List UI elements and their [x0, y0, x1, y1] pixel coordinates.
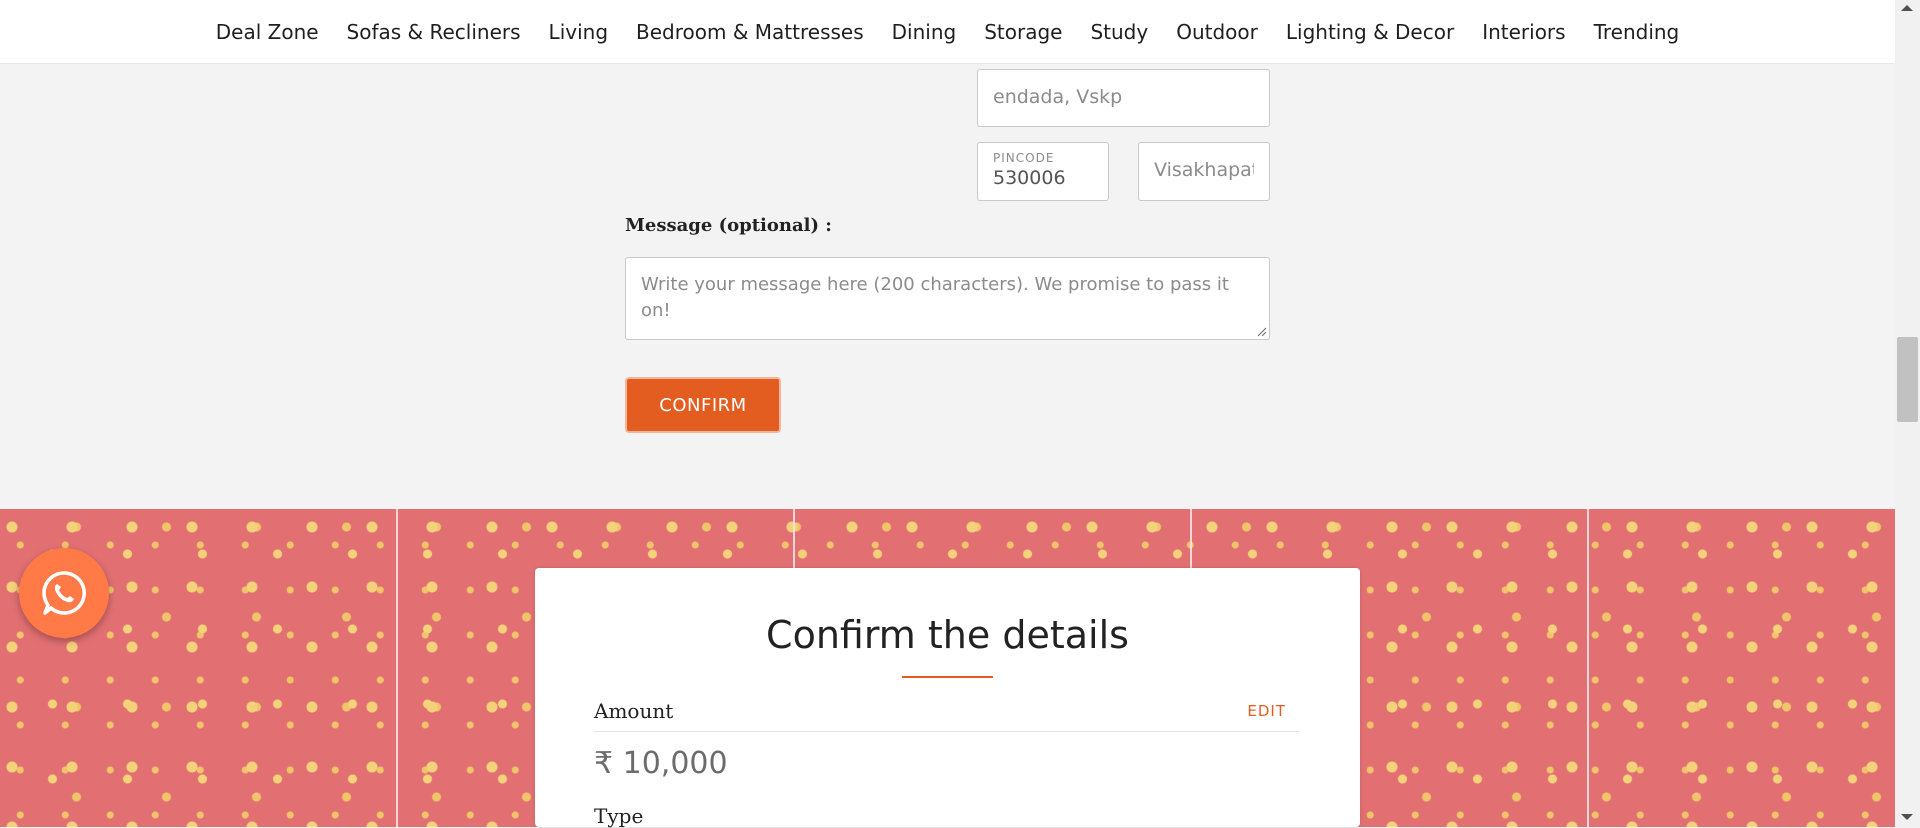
message-textarea[interactable]: Write your message here (200 characters)… — [625, 257, 1270, 340]
nav-storage[interactable]: Storage — [984, 20, 1062, 44]
nav-bedroom-mattresses[interactable]: Bedroom & Mattresses — [636, 20, 864, 44]
nav-dining[interactable]: Dining — [892, 20, 957, 44]
pincode-field[interactable]: PINCODE 530006 — [977, 142, 1109, 201]
address-field[interactable]: endada, Vskp — [977, 69, 1270, 127]
message-placeholder: Write your message here (200 characters)… — [641, 274, 1229, 321]
address-value: endada, Vskp — [993, 86, 1123, 108]
amount-label: Amount — [594, 699, 674, 723]
pincode-value: 530006 — [993, 167, 1066, 189]
amount-value: ₹ 10,000 — [594, 746, 728, 781]
pattern-divider — [396, 509, 398, 827]
whatsapp-button[interactable] — [19, 548, 109, 638]
nav-living[interactable]: Living — [549, 20, 608, 44]
nav-deal-zone[interactable]: Deal Zone — [216, 20, 319, 44]
top-nav: Deal Zone Sofas & Recliners Living Bedro… — [0, 0, 1895, 64]
scroll-up-arrow-icon[interactable] — [1901, 5, 1913, 11]
city-value: Visakhapatnam — [1154, 159, 1254, 181]
pattern-divider — [1587, 509, 1589, 827]
whatsapp-icon — [42, 571, 86, 615]
title-underline — [902, 676, 993, 678]
type-label: Type — [594, 804, 644, 828]
nav-lighting-decor[interactable]: Lighting & Decor — [1286, 20, 1454, 44]
confirm-button[interactable]: CONFIRM — [625, 377, 781, 433]
nav-study[interactable]: Study — [1090, 20, 1148, 44]
nav-sofas-recliners[interactable]: Sofas & Recliners — [347, 20, 521, 44]
nav-interiors[interactable]: Interiors — [1482, 20, 1565, 44]
pincode-label: PINCODE — [993, 151, 1055, 165]
confirm-details-card: Confirm the details Amount EDIT ₹ 10,000… — [535, 568, 1360, 828]
edit-amount-link[interactable]: EDIT — [1247, 702, 1286, 720]
scroll-down-arrow-icon[interactable] — [1901, 814, 1913, 820]
scrollbar-thumb[interactable] — [1897, 337, 1918, 422]
card-title: Confirm the details — [766, 613, 1129, 657]
city-field[interactable]: Visakhapatnam — [1138, 142, 1270, 201]
nav-trending[interactable]: Trending — [1594, 20, 1680, 44]
resize-handle-icon[interactable] — [1257, 327, 1267, 337]
nav-outdoor[interactable]: Outdoor — [1176, 20, 1258, 44]
message-label: Message (optional) : — [625, 215, 832, 236]
divider — [594, 731, 1299, 732]
